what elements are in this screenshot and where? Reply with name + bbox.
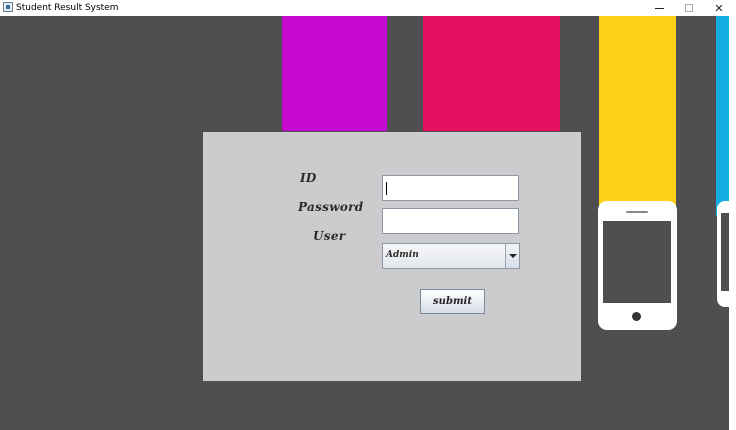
close-icon: ✕	[714, 2, 724, 15]
password-label: Password	[298, 200, 364, 214]
close-button[interactable]: ✕	[704, 0, 734, 16]
chevron-down-icon	[508, 254, 517, 258]
background-canvas: ID Password User Admin submit	[0, 16, 729, 430]
maximize-icon	[685, 4, 693, 12]
decor-stripe-yellow	[599, 16, 676, 216]
window-title: Student Result System	[16, 3, 119, 13]
phone-screen-partial	[721, 213, 729, 291]
id-input[interactable]	[382, 175, 519, 201]
window-right-border	[729, 16, 736, 430]
decor-stripe-magenta	[282, 16, 387, 131]
title-bar: Student Result System ✕	[0, 0, 736, 16]
smartphone-icon	[598, 201, 677, 330]
minimize-button[interactable]	[644, 0, 674, 16]
phone-home-button	[632, 312, 641, 321]
user-type-selected: Admin	[386, 250, 419, 260]
java-app-icon	[3, 2, 13, 12]
id-label: ID	[300, 171, 317, 185]
text-caret	[386, 182, 387, 195]
user-label: User	[313, 229, 346, 243]
maximize-button[interactable]	[674, 0, 704, 16]
password-input[interactable]	[382, 208, 519, 234]
submit-button[interactable]: submit	[420, 289, 485, 314]
login-panel: ID Password User Admin submit	[203, 132, 581, 381]
phone-speaker	[626, 211, 648, 213]
decor-stripe-blue	[716, 16, 729, 216]
decor-stripe-pink	[423, 16, 560, 131]
minimize-icon	[654, 7, 664, 9]
dropdown-arrow-button[interactable]	[505, 244, 519, 268]
smartphone-icon-partial	[717, 201, 729, 307]
user-type-select[interactable]: Admin	[382, 243, 520, 269]
phone-screen	[603, 221, 671, 303]
